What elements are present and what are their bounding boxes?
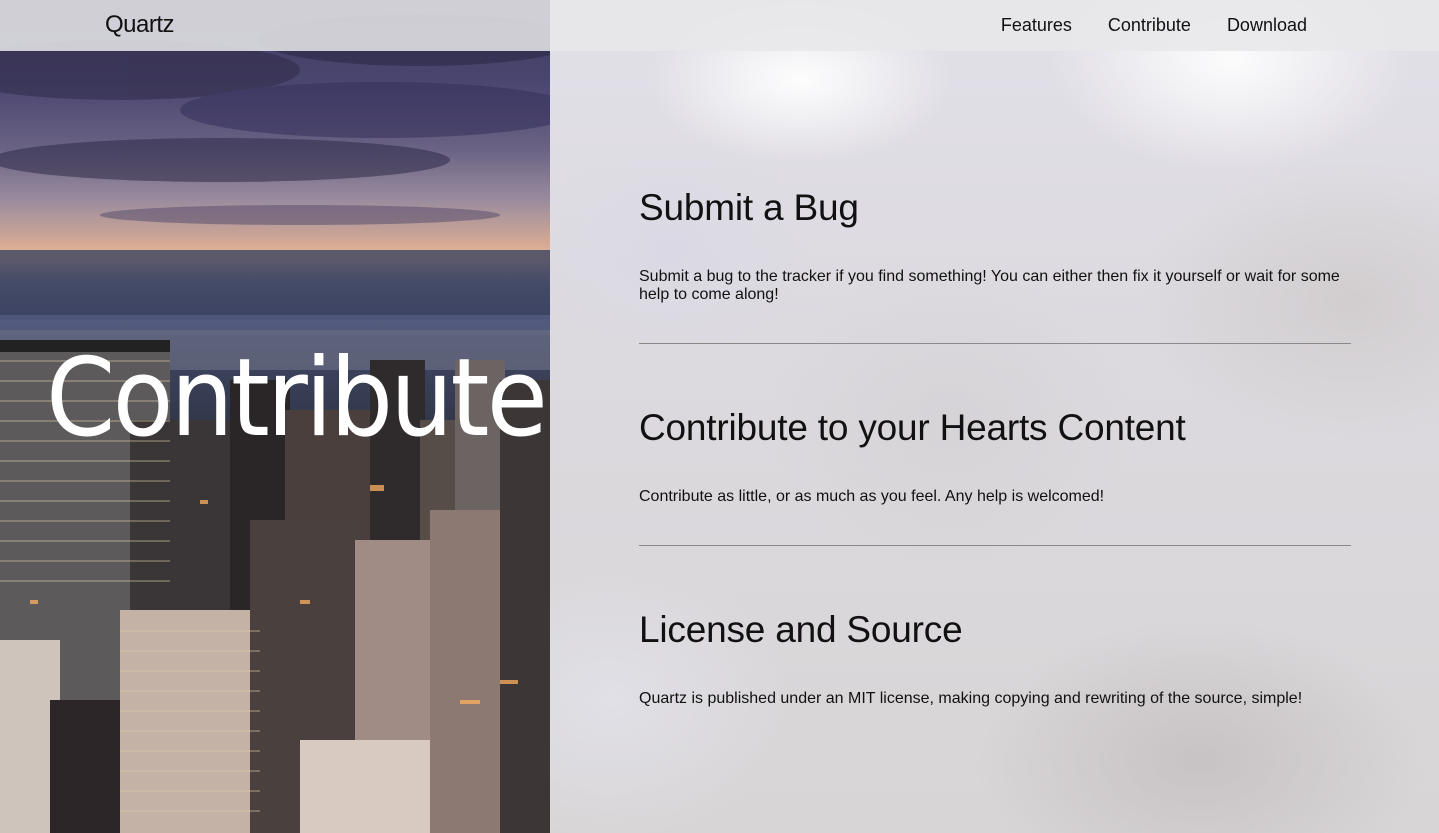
- nav-link-contribute[interactable]: Contribute: [1108, 15, 1191, 36]
- hero-title: Contribute: [46, 336, 548, 461]
- nav-links: Features Contribute Download: [1001, 15, 1307, 36]
- section-heading: License and Source: [639, 609, 963, 650]
- section-divider: [639, 343, 1351, 344]
- nav-link-features[interactable]: Features: [1001, 15, 1072, 36]
- nav-link-download[interactable]: Download: [1227, 15, 1307, 36]
- section-body: Quartz is published under an MIT license…: [639, 690, 1303, 707]
- section-heading: Submit a Bug: [639, 187, 859, 228]
- hero-city-image: Contribute: [0, 0, 550, 833]
- section-contribute: Contribute to your Hearts Content Contri…: [639, 406, 1351, 545]
- section-heading: Contribute to your Hearts Content: [639, 407, 1186, 448]
- section-submit-bug: Submit a Bug Submit a bug to the tracker…: [639, 186, 1351, 343]
- section-body: Submit a bug to the tracker if you find …: [639, 268, 1340, 303]
- brand-logo[interactable]: Quartz: [105, 11, 175, 39]
- section-body: Contribute as little, or as much as you …: [639, 488, 1105, 505]
- top-navbar: Quartz Features Contribute Download: [0, 0, 1439, 51]
- section-divider: [639, 545, 1351, 546]
- section-license: License and Source Quartz is published u…: [639, 608, 1351, 708]
- main-content: Submit a Bug Submit a bug to the tracker…: [639, 186, 1351, 708]
